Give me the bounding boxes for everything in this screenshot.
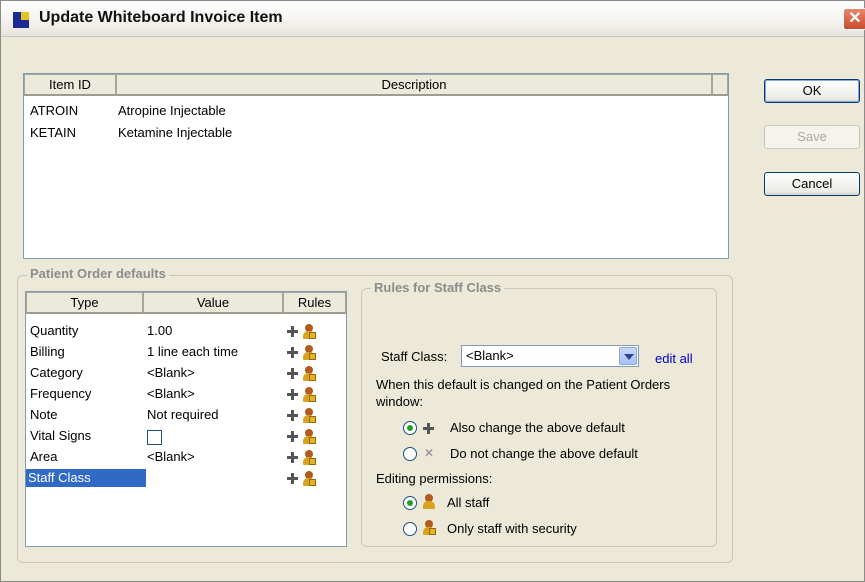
item-description: Atropine Injectable: [118, 103, 226, 118]
row-value: <Blank>: [147, 449, 195, 464]
column-header-rules[interactable]: Rules: [283, 292, 346, 314]
do-not-change-radio[interactable]: [403, 447, 417, 461]
plus-icon: [287, 473, 298, 485]
column-header-description[interactable]: Description: [116, 74, 712, 96]
close-icon: ✕: [848, 10, 862, 27]
row-rules: [283, 404, 343, 425]
column-header-filler: [712, 74, 728, 96]
plus-icon: [287, 389, 298, 401]
row-type: Area: [30, 449, 58, 464]
staff-lock-icon: [302, 386, 316, 403]
do-not-change-label[interactable]: Do not change the above default: [450, 446, 638, 461]
defaults-grid[interactable]: Type Value Rules Quantity 1.00 Billing 1…: [25, 291, 347, 547]
list-item[interactable]: KETAIN Ketamine Injectable: [24, 122, 728, 144]
only-security-radio[interactable]: [403, 522, 417, 536]
plus-icon: [287, 431, 298, 443]
staff-lock-icon: [302, 323, 316, 340]
row-rules: [283, 467, 343, 488]
edit-all-link[interactable]: edit all: [655, 351, 693, 366]
editing-permissions-label: Editing permissions:: [376, 471, 493, 486]
when-changed-text-line1: When this default is changed on the Pati…: [376, 377, 671, 392]
rules-group-label: Rules for Staff Class: [371, 280, 505, 295]
row-rules: [283, 425, 343, 446]
plus-icon: [423, 423, 434, 435]
item-description: Ketamine Injectable: [118, 125, 233, 140]
staff-class-value: <Blank>: [466, 348, 514, 363]
chevron-down-icon[interactable]: [619, 347, 637, 365]
plus-icon: [287, 326, 298, 338]
invoice-items-list[interactable]: Item ID Description ATROIN Atropine Inje…: [23, 73, 729, 259]
row-value: <Blank>: [147, 386, 195, 401]
plus-icon: [287, 452, 298, 464]
item-id: ATROIN: [30, 103, 79, 118]
row-value: <Blank>: [147, 365, 195, 380]
row-value: 1 line each time: [147, 344, 239, 359]
selected-row-label: Staff Class: [26, 469, 146, 487]
x-icon: ✕: [424, 446, 435, 460]
staff-class-label: Staff Class:: [381, 349, 448, 364]
staff-icon: [422, 493, 436, 510]
security-icon-wrapper: [422, 519, 436, 536]
list-header: Item ID Description: [24, 74, 728, 96]
row-value: Not required: [147, 407, 219, 422]
row-rules: [283, 383, 343, 404]
vital-signs-checkbox[interactable]: [147, 430, 162, 446]
row-type: Billing: [30, 344, 65, 359]
app-icon: [13, 12, 29, 28]
column-header-type[interactable]: Type: [26, 292, 143, 314]
staff-lock-icon: [302, 470, 316, 487]
grid-row-frequency[interactable]: Frequency <Blank>: [26, 383, 346, 404]
item-id: KETAIN: [30, 125, 76, 140]
save-button[interactable]: Save: [764, 125, 860, 149]
row-type-selected: Staff Class: [26, 467, 283, 488]
ok-button[interactable]: OK: [764, 79, 860, 103]
row-rules: [283, 362, 343, 383]
dialog-window: Update Whiteboard Invoice Item ✕ Item ID…: [0, 0, 865, 582]
row-rules: [283, 320, 343, 341]
all-staff-radio[interactable]: [403, 496, 417, 510]
grid-row-billing[interactable]: Billing 1 line each time: [26, 341, 346, 362]
staff-lock-icon: [302, 365, 316, 382]
column-header-item-id[interactable]: Item ID: [24, 74, 116, 96]
plus-icon: [287, 410, 298, 422]
grid-row-area[interactable]: Area <Blank>: [26, 446, 346, 467]
grid-row-vital-signs[interactable]: Vital Signs: [26, 425, 346, 446]
row-value: [143, 425, 283, 446]
row-value: 1.00: [147, 323, 173, 338]
staff-class-select[interactable]: <Blank>: [461, 345, 639, 367]
plus-icon: [287, 368, 298, 380]
row-rules: [283, 341, 343, 362]
patient-order-defaults-label: Patient Order defaults: [27, 266, 169, 281]
only-security-label[interactable]: Only staff with security: [447, 521, 577, 536]
staff-lock-icon: [302, 428, 316, 445]
cancel-button[interactable]: Cancel: [764, 172, 860, 196]
row-type: Quantity: [30, 323, 79, 338]
row-rules: [283, 446, 343, 467]
grid-row-quantity[interactable]: Quantity 1.00: [26, 320, 346, 341]
also-change-label[interactable]: Also change the above default: [450, 420, 625, 435]
plus-icon: [287, 347, 298, 359]
title-bar: Update Whiteboard Invoice Item ✕: [1, 1, 865, 37]
row-type: Frequency: [30, 386, 92, 401]
row-type: Note: [30, 407, 58, 422]
also-change-radio[interactable]: [403, 421, 417, 435]
when-changed-text-line2: window:: [376, 394, 423, 409]
list-item[interactable]: ATROIN Atropine Injectable: [24, 100, 728, 122]
staff-icon-wrapper: [422, 493, 436, 510]
row-type: Vital Signs: [30, 428, 92, 443]
close-button[interactable]: ✕: [843, 8, 865, 30]
grid-header: Type Value Rules: [26, 292, 346, 314]
grid-row-category[interactable]: Category <Blank>: [26, 362, 346, 383]
staff-lock-icon: [302, 449, 316, 466]
column-header-value[interactable]: Value: [143, 292, 283, 314]
plus-icon-rule: [423, 420, 434, 435]
window-title: Update Whiteboard Invoice Item: [39, 9, 283, 26]
staff-lock-icon: [302, 407, 316, 424]
grid-row-staff-class[interactable]: Staff Class: [26, 467, 346, 488]
grid-row-note[interactable]: Note Not required: [26, 404, 346, 425]
staff-lock-icon: [422, 519, 436, 536]
row-type: Category: [30, 365, 83, 380]
staff-lock-icon: [302, 344, 316, 361]
all-staff-label[interactable]: All staff: [447, 495, 489, 510]
